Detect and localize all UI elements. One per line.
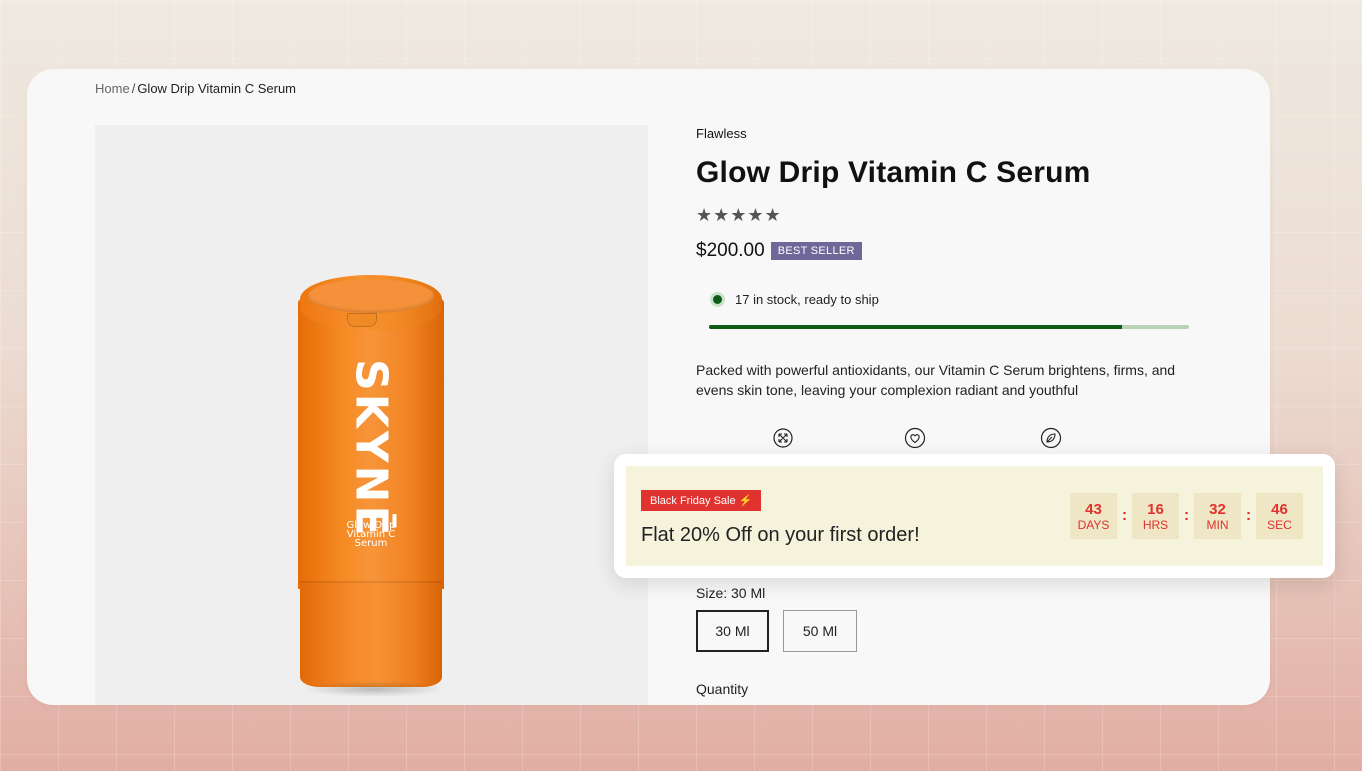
countdown-timer: 43 DAYS : 16 HRS : 32 MIN : 46 SEC [1070, 493, 1303, 539]
expand-arrows-icon [773, 428, 793, 448]
timer-separator: : [1245, 507, 1252, 524]
bottle-brand-text: SKYNĒ [345, 359, 397, 539]
timer-hours: 16 HRS [1132, 493, 1179, 539]
size-label: Size: 30 Ml [696, 585, 766, 601]
timer-separator: : [1183, 507, 1190, 524]
product-price: $200.00 [696, 240, 765, 261]
product-image[interactable]: SKYNĒ Glow Drip Vitamin C Serum [95, 125, 648, 705]
rating-stars: ★★★★★ [696, 205, 782, 225]
stock-progress-fill [709, 325, 1122, 329]
timer-seconds: 46 SEC [1256, 493, 1303, 539]
timer-minutes: 32 MIN [1194, 493, 1241, 539]
size-option-50ml[interactable]: 50 Ml [783, 610, 857, 652]
timer-separator: : [1121, 507, 1128, 524]
leaf-icon [1040, 427, 1062, 449]
breadcrumb-separator: / [131, 81, 136, 96]
product-page-card: Home / Glow Drip Vitamin C Serum SKYNĒ Glo… [27, 69, 1270, 705]
quantity-label: Quantity [696, 681, 749, 697]
size-option-30ml[interactable]: 30 Ml [696, 610, 769, 652]
breadcrumb: Home / Glow Drip Vitamin C Serum [95, 81, 296, 96]
promo-content: Black Friday Sale ⚡ Flat 20% Off on your… [626, 466, 1323, 566]
stock-status: 17 in stock, ready to ship [710, 292, 879, 307]
stock-progress-bar [709, 325, 1189, 329]
product-title: Glow Drip Vitamin C Serum [696, 156, 1091, 189]
heart-icon [904, 427, 926, 449]
breadcrumb-current: Glow Drip Vitamin C Serum [137, 81, 297, 96]
best-seller-badge: BEST SELLER [770, 242, 862, 260]
stock-text: 17 in stock, ready to ship [735, 292, 879, 307]
product-vendor: Flawless [696, 126, 747, 141]
breadcrumb-home-link[interactable]: Home [95, 81, 130, 96]
stock-indicator-icon [710, 292, 725, 307]
serum-bottle-illustration: SKYNĒ Glow Drip Vitamin C Serum [298, 275, 444, 687]
product-description: Packed with powerful antioxidants, our V… [696, 362, 1176, 398]
promo-text: Flat 20% Off on your first order! [641, 524, 920, 546]
promo-banner: Black Friday Sale ⚡ Flat 20% Off on your… [614, 454, 1335, 578]
bottle-subtitle: Glow Drip Vitamin C Serum [346, 520, 396, 549]
price-row: $200.00 BEST SELLER [696, 240, 862, 262]
timer-days: 43 DAYS [1070, 493, 1117, 539]
black-friday-tag: Black Friday Sale ⚡ [641, 490, 762, 511]
feature-icons [746, 427, 1062, 451]
